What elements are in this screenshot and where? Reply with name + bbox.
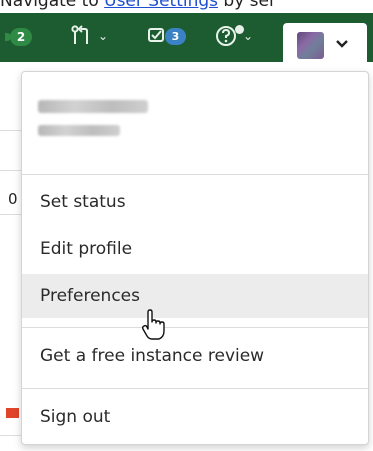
menu-item-free-instance-review[interactable]: Get a free instance review (22, 334, 368, 378)
user-menu-button[interactable] (283, 23, 367, 68)
todos-button[interactable] (148, 27, 166, 43)
chevron-down-icon (336, 40, 348, 48)
chevron-down-icon: ⌄ (98, 29, 109, 43)
instruction-text: Navigate to User Settings by sel (0, 0, 373, 11)
help-button[interactable]: ⌄ (214, 24, 253, 48)
screenshot-canvas: Navigate to User Settings by sel 2 ⌄ 3 ⌄… (0, 0, 373, 451)
user-settings-link[interactable]: User Settings (104, 0, 218, 11)
instruction-prefix: Navigate to (0, 0, 105, 11)
menu-item-edit-profile[interactable]: Edit profile (22, 227, 368, 271)
issues-count: 2 (16, 30, 26, 44)
menu-item-sign-out[interactable]: Sign out (22, 395, 368, 439)
notification-dot-icon (235, 25, 244, 34)
background-divider (0, 435, 22, 436)
background-color-swatch (6, 408, 19, 418)
background-text-fragment: 0 (8, 190, 18, 208)
user-full-name-blurred (38, 100, 148, 113)
merge-request-icon (71, 25, 88, 44)
background-divider (0, 214, 22, 215)
hand-pointer-cursor-icon (141, 309, 165, 340)
background-divider (0, 170, 22, 171)
todos-count-badge: 3 (165, 28, 186, 45)
avatar (297, 32, 324, 59)
merge-requests-button[interactable]: ⌄ (70, 24, 108, 48)
instruction-suffix: by sel (218, 0, 274, 11)
menu-item-set-status[interactable]: Set status (22, 180, 368, 224)
chevron-down-icon: ⌄ (243, 29, 254, 43)
todos-count: 3 (171, 30, 180, 43)
top-navbar: 2 ⌄ 3 ⌄ (0, 13, 373, 68)
todo-check-icon (148, 28, 164, 42)
user-handle-blurred (38, 125, 120, 136)
issues-icon (5, 33, 11, 41)
menu-divider (22, 388, 368, 389)
background-divider (0, 130, 22, 131)
user-dropdown-menu: Set status Edit profile Preferences Get … (21, 71, 369, 445)
menu-item-preferences[interactable]: Preferences (22, 274, 368, 318)
issues-count-badge[interactable]: 2 (5, 28, 32, 46)
menu-divider (22, 327, 368, 328)
menu-divider (22, 174, 368, 175)
user-profile-info (38, 100, 148, 148)
